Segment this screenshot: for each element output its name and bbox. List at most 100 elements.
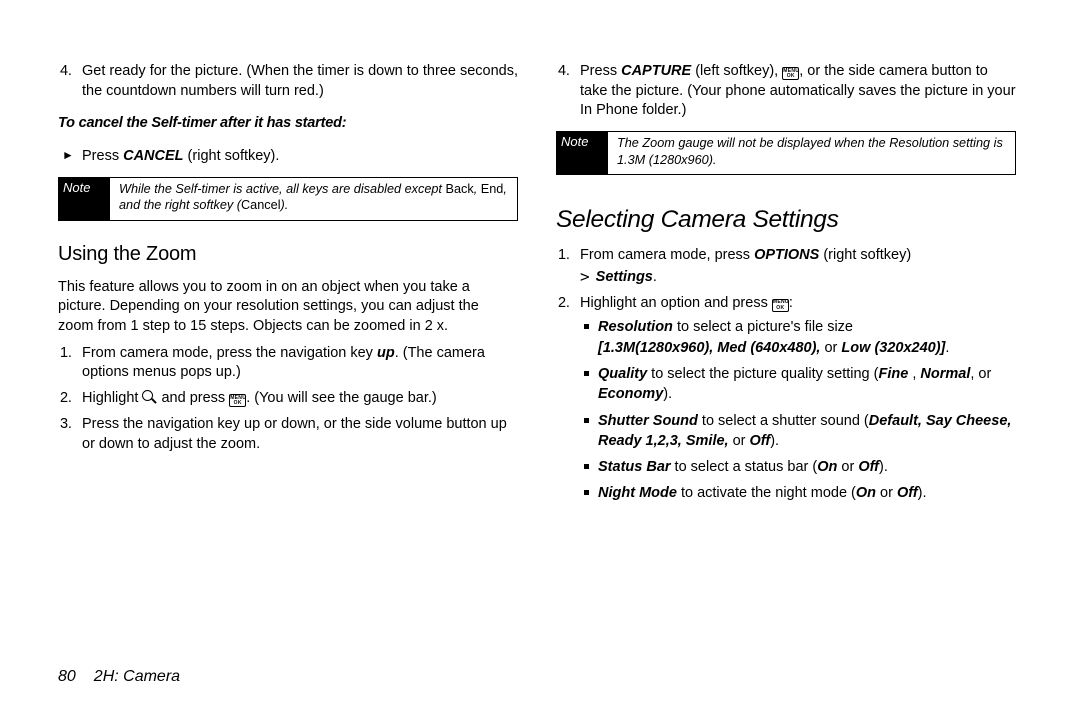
text: Press — [580, 63, 621, 79]
option-value: Off — [858, 459, 879, 475]
list-text: Get ready for the picture. (When the tim… — [82, 63, 518, 99]
text: ). — [879, 459, 888, 475]
list-number: 4. — [60, 62, 72, 82]
text: : — [789, 295, 793, 311]
list-number: 2. — [60, 389, 72, 409]
text: ). — [770, 433, 779, 449]
magnifier-icon — [142, 390, 157, 405]
ordered-list: 1. From camera mode, press the navigatio… — [58, 344, 518, 455]
bold-key: Settings — [592, 269, 653, 285]
list-number: 3. — [60, 415, 72, 435]
list-number: 1. — [60, 344, 72, 364]
sub-heading: To cancel the Self-timer after it has st… — [58, 114, 518, 134]
note-text: The Zoom gauge will not be displayed whe… — [617, 136, 1003, 167]
bullet-item: Night Mode to activate the night mode (O… — [598, 483, 1016, 503]
bold-key: OPTIONS — [754, 247, 819, 263]
bold-key: CAPTURE — [621, 63, 691, 79]
ordered-list: 1. From camera mode, press OPTIONS (righ… — [556, 246, 1016, 504]
menu-ok-key-icon: MENU OK — [772, 299, 789, 312]
note-badge: Note — [556, 131, 608, 175]
text: . — [945, 340, 949, 356]
option-value: Fine — [878, 366, 912, 382]
text: (right softkey). — [184, 148, 280, 164]
bullet-item: Shutter Sound to select a shutter sound … — [598, 411, 1016, 452]
text: . — [653, 269, 657, 285]
menu-ok-key-icon: MENU OK — [782, 67, 799, 80]
text: or — [876, 485, 897, 501]
text: or — [837, 459, 858, 475]
list-number: 4. — [558, 62, 570, 82]
text: Press the navigation key up or down, or … — [82, 416, 507, 452]
right-column: 4. Press CAPTURE (left softkey), MENU OK… — [556, 62, 1016, 510]
action-line: Press CANCEL (right softkey). — [58, 147, 518, 167]
option-value: Off — [750, 433, 771, 449]
text: to select a shutter sound ( — [698, 413, 869, 429]
list-number: 2. — [558, 294, 570, 314]
text: or — [729, 433, 750, 449]
option-name: Night Mode — [598, 485, 677, 501]
list-item: 2. Highlight and press MENU OK. (You wil… — [82, 389, 518, 409]
text: . (You will see the gauge bar.) — [246, 390, 437, 406]
text: to select a picture's file size — [673, 319, 853, 335]
text: to select the picture quality setting ( — [647, 366, 878, 382]
option-value: Off — [897, 485, 918, 501]
text: Press — [82, 148, 119, 164]
option-name: Quality — [598, 366, 647, 382]
note-key: Cancel — [241, 198, 281, 212]
bold-key: up — [377, 345, 395, 361]
bullet-item: Resolution to select a picture's file si… — [598, 317, 1016, 358]
bold-key: CANCEL — [119, 148, 183, 164]
list-item: 4. Press CAPTURE (left softkey), MENU OK… — [580, 62, 1016, 121]
paragraph: This feature allows you to zoom in on an… — [58, 278, 518, 337]
list-item: 1. From camera mode, press OPTIONS (righ… — [580, 246, 1016, 287]
note-callout: Note While the Self-timer is active, all… — [58, 177, 518, 221]
text: From camera mode, press the navigation k… — [82, 345, 377, 361]
list-item: 2. Highlight an option and press MENU OK… — [580, 294, 1016, 504]
option-value: On — [817, 459, 837, 475]
option-name: Status Bar — [598, 459, 671, 475]
text: , or — [970, 366, 991, 382]
option-name: Shutter Sound — [598, 413, 698, 429]
option-name: Resolution — [598, 319, 673, 335]
list-item: 3. Press the navigation key up or down, … — [82, 415, 518, 454]
page-footer: 802H: Camera — [58, 668, 180, 686]
note-text: ). — [281, 198, 289, 212]
text: Highlight — [82, 390, 142, 406]
text: ). — [918, 485, 927, 501]
option-values: [1.3M(1280x960), Med (640x480), — [598, 340, 820, 356]
option-value: Normal — [920, 366, 970, 382]
main-heading: Selecting Camera Settings — [556, 203, 1016, 236]
list-item: 1. From camera mode, press the navigatio… — [82, 344, 518, 383]
note-text: , — [474, 182, 481, 196]
bullet-list: Resolution to select a picture's file si… — [580, 317, 1016, 503]
text: or — [820, 340, 841, 356]
section-heading: Using the Zoom — [58, 241, 518, 268]
note-key: End — [481, 182, 504, 196]
note-text: While the Self-timer is active, all keys… — [119, 182, 446, 196]
bullet-item: Quality to select the picture quality se… — [598, 364, 1016, 405]
text: to activate the night mode ( — [677, 485, 856, 501]
text: Highlight an option and press — [580, 295, 772, 311]
text: to select a status bar ( — [671, 459, 818, 475]
text: (right softkey) — [819, 247, 911, 263]
option-value: Economy — [598, 386, 663, 402]
chevron-right-icon: > — [580, 267, 592, 286]
page-number: 80 — [58, 668, 94, 685]
list-number: 1. — [558, 246, 570, 266]
text: (left softkey), — [691, 63, 782, 79]
option-values: Low (320x240)] — [841, 340, 945, 356]
text: From camera mode, press — [580, 247, 754, 263]
section-name: 2H: Camera — [94, 668, 180, 685]
note-key: Back — [446, 182, 474, 196]
ordered-list: 4. Get ready for the picture. (When the … — [58, 62, 518, 101]
list-item: 4. Get ready for the picture. (When the … — [82, 62, 518, 101]
option-value: On — [856, 485, 876, 501]
menu-ok-key-icon: MENU OK — [229, 394, 246, 407]
two-column-layout: 4. Get ready for the picture. (When the … — [58, 62, 1030, 510]
bullet-item: Status Bar to select a status bar (On or… — [598, 457, 1016, 477]
text: ). — [663, 386, 672, 402]
note-badge: Note — [58, 177, 110, 221]
left-column: 4. Get ready for the picture. (When the … — [58, 62, 518, 510]
text: and press — [157, 390, 229, 406]
ordered-list: 4. Press CAPTURE (left softkey), MENU OK… — [556, 62, 1016, 121]
